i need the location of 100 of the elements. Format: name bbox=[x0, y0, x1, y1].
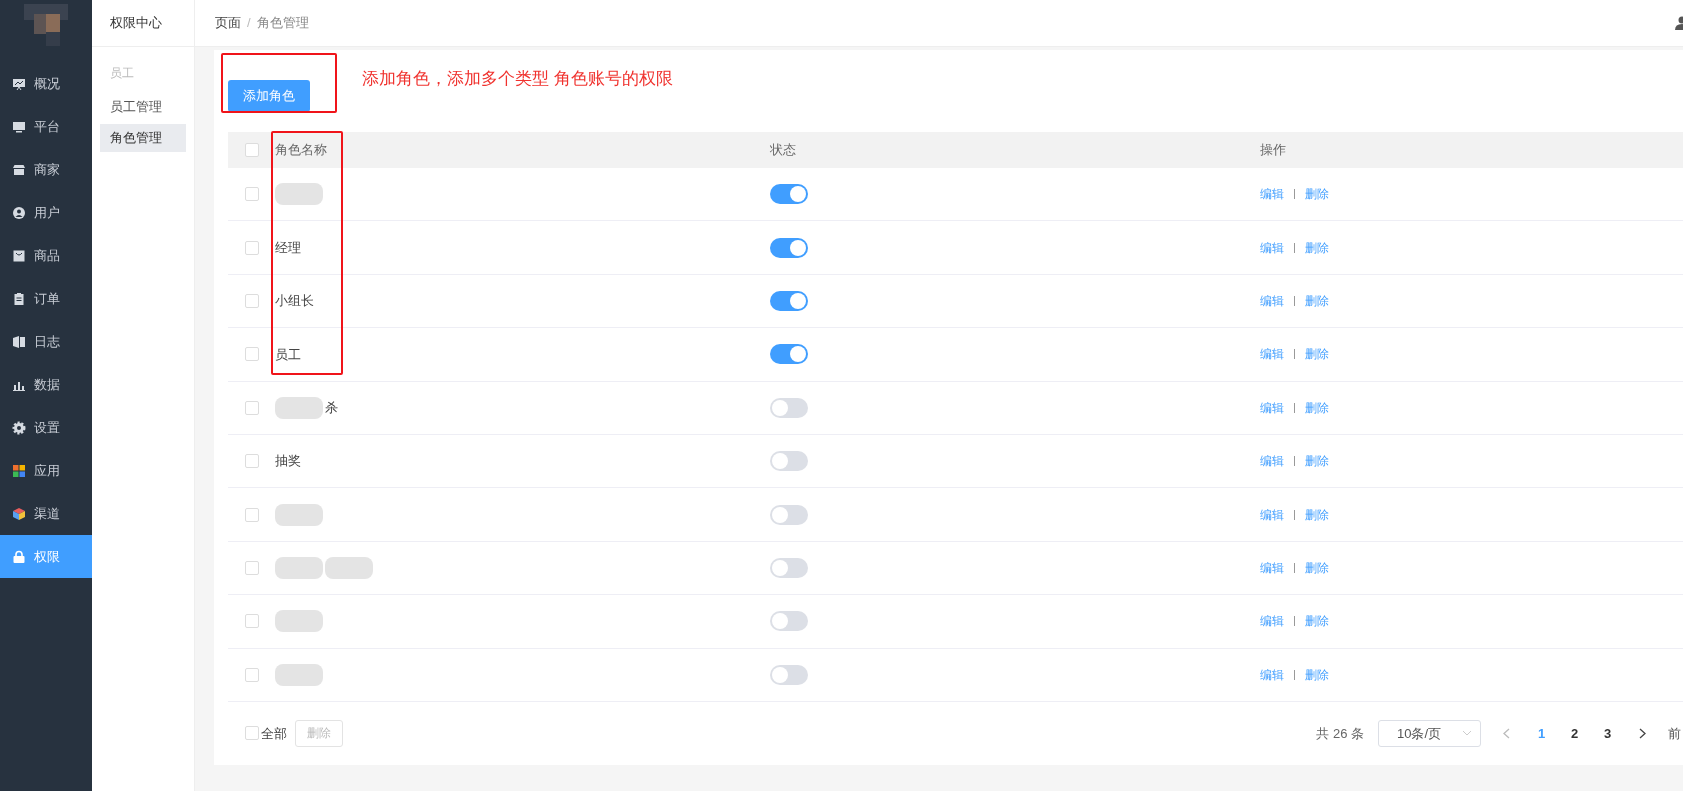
lock-icon bbox=[12, 549, 26, 564]
status-toggle[interactable] bbox=[770, 611, 808, 632]
nav-item[interactable]: 日志 bbox=[0, 320, 92, 363]
monitor-icon bbox=[12, 119, 26, 134]
checkbox[interactable] bbox=[244, 143, 259, 157]
store-icon bbox=[12, 162, 26, 177]
role-name: 小组长 bbox=[275, 292, 314, 311]
nav-item[interactable]: 平台 bbox=[0, 105, 92, 148]
blurred-text bbox=[275, 610, 323, 633]
action-link[interactable]: 编辑 bbox=[1260, 185, 1284, 204]
nav-item[interactable]: 权限 bbox=[0, 535, 92, 578]
total-count: 共 26 条 bbox=[1316, 724, 1364, 743]
breadcrumb-item[interactable]: 页面 bbox=[215, 13, 241, 33]
action-link[interactable]: 删除 bbox=[1305, 612, 1329, 631]
action-link[interactable]: 编辑 bbox=[1260, 345, 1284, 364]
action-link[interactable]: 编辑 bbox=[1260, 612, 1284, 631]
action-link[interactable]: 删除 bbox=[1305, 505, 1329, 524]
nav-item[interactable]: 商家 bbox=[0, 148, 92, 191]
checkbox[interactable] bbox=[244, 240, 259, 255]
column-header: 操作 bbox=[1260, 142, 1286, 158]
checkbox[interactable] bbox=[244, 667, 259, 682]
book-icon bbox=[12, 334, 26, 349]
breadcrumb-separator: / bbox=[247, 14, 251, 33]
status-toggle[interactable] bbox=[770, 504, 808, 525]
status-toggle[interactable] bbox=[770, 664, 808, 685]
role-name: 经理 bbox=[275, 238, 301, 257]
cube-icon bbox=[12, 506, 26, 521]
chevron-right-icon[interactable] bbox=[1639, 727, 1646, 739]
status-toggle[interactable] bbox=[770, 344, 808, 365]
status-toggle[interactable] bbox=[770, 237, 808, 258]
select-all-label: 全部 bbox=[261, 724, 287, 743]
blurred-text bbox=[275, 396, 323, 419]
group-label: 员工 bbox=[109, 65, 135, 82]
checkbox[interactable] bbox=[244, 347, 259, 362]
nav-item[interactable]: 数据 bbox=[0, 363, 92, 406]
checkbox[interactable] bbox=[244, 400, 259, 415]
status-toggle[interactable] bbox=[770, 397, 808, 418]
nav-item[interactable]: 订单 bbox=[0, 277, 92, 320]
nav-item[interactable]: 渠道 bbox=[0, 492, 92, 535]
chevron-left-icon[interactable] bbox=[1503, 727, 1510, 739]
action-link[interactable]: 删除 bbox=[1305, 185, 1329, 204]
blurred-text bbox=[275, 503, 323, 526]
blurred-text bbox=[275, 183, 323, 206]
column-header: 角色名称 bbox=[275, 142, 327, 158]
checkbox[interactable] bbox=[244, 187, 259, 202]
nav-item[interactable]: 商品 bbox=[0, 234, 92, 277]
nav-item[interactable]: 应用 bbox=[0, 449, 92, 492]
role-name: 抽奖 bbox=[275, 452, 301, 471]
section-title: 权限中心 bbox=[110, 14, 162, 33]
action-link[interactable]: 删除 bbox=[1305, 345, 1329, 364]
jump-label: 前 bbox=[1668, 724, 1681, 743]
page-size-select[interactable]: 10条/页 bbox=[1378, 719, 1481, 747]
action-link[interactable]: 删除 bbox=[1305, 665, 1329, 684]
status-toggle[interactable] bbox=[770, 184, 808, 205]
breadcrumb-item: 角色管理 bbox=[256, 14, 309, 33]
status-toggle[interactable] bbox=[770, 290, 808, 311]
bag-icon bbox=[12, 248, 26, 263]
sub-nav-item[interactable]: 员工管理 bbox=[100, 93, 186, 121]
delete-button[interactable]: 删除 bbox=[295, 719, 343, 747]
checkbox[interactable] bbox=[244, 560, 259, 575]
status-toggle[interactable] bbox=[770, 557, 808, 578]
page-number[interactable]: 3 bbox=[1591, 723, 1624, 744]
role-name: 杀 bbox=[325, 399, 338, 417]
checkbox[interactable] bbox=[244, 614, 259, 629]
checkbox[interactable] bbox=[244, 293, 259, 308]
action-link[interactable]: 删除 bbox=[1305, 398, 1329, 417]
blurred-text bbox=[275, 556, 323, 579]
action-link[interactable]: 删除 bbox=[1305, 452, 1329, 471]
action-link[interactable]: 编辑 bbox=[1260, 291, 1284, 310]
presentation-icon bbox=[12, 76, 26, 91]
page-number[interactable]: 1 bbox=[1525, 723, 1558, 744]
nav-item[interactable]: 用户 bbox=[0, 191, 92, 234]
checkbox[interactable] bbox=[244, 726, 259, 741]
status-toggle[interactable] bbox=[770, 451, 808, 472]
add-role-button[interactable]: 添加角色 bbox=[228, 80, 310, 112]
action-link[interactable]: 删除 bbox=[1305, 291, 1329, 310]
action-link[interactable]: 删除 bbox=[1305, 238, 1329, 257]
action-link[interactable]: 编辑 bbox=[1260, 238, 1284, 257]
action-link[interactable]: 编辑 bbox=[1260, 665, 1284, 684]
user-icon bbox=[12, 205, 26, 220]
nav-item[interactable]: 设置 bbox=[0, 406, 92, 449]
chevron-down-icon bbox=[1462, 730, 1472, 737]
action-link[interactable]: 编辑 bbox=[1260, 452, 1284, 471]
action-link[interactable]: 编辑 bbox=[1260, 505, 1284, 524]
column-header: 状态 bbox=[770, 142, 796, 158]
grid-icon bbox=[12, 463, 26, 478]
sub-nav-item[interactable]: 角色管理 bbox=[100, 124, 186, 152]
blurred-text bbox=[325, 556, 373, 579]
clipboard-icon bbox=[12, 291, 26, 306]
action-link[interactable]: 编辑 bbox=[1260, 558, 1284, 577]
action-link[interactable]: 编辑 bbox=[1260, 398, 1284, 417]
checkbox[interactable] bbox=[244, 507, 259, 522]
blurred-text bbox=[275, 663, 323, 686]
page-number[interactable]: 2 bbox=[1558, 723, 1591, 744]
annotation-text: 添加角色，添加多个类型 角色账号的权限 bbox=[362, 68, 673, 90]
checkbox[interactable] bbox=[244, 454, 259, 469]
nav-item[interactable]: 概况 bbox=[0, 62, 92, 105]
action-link[interactable]: 删除 bbox=[1305, 558, 1329, 577]
settings-icon bbox=[12, 420, 26, 435]
role-name: 员工 bbox=[275, 345, 301, 364]
